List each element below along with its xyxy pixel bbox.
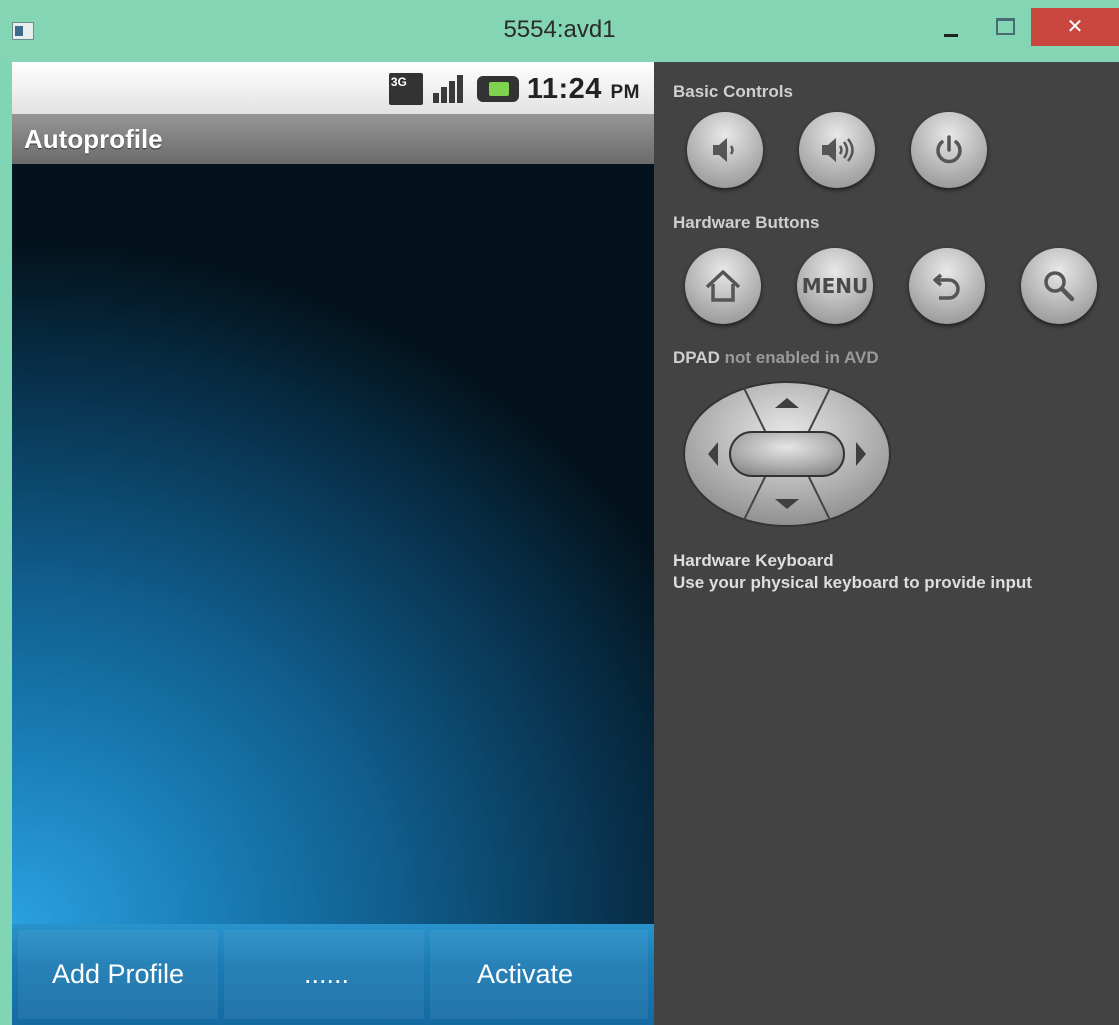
dpad-label: DPAD not enabled in AVD [673,348,879,367]
volume-down-button[interactable] [687,112,763,188]
app-content-area[interactable] [12,164,654,924]
dpad-center-button [729,431,845,477]
power-icon [936,135,962,164]
activate-button[interactable]: Activate [477,959,573,990]
back-button[interactable] [909,248,985,324]
close-button[interactable]: ✕ [1031,8,1119,46]
dpad[interactable] [682,380,892,528]
maximize-button[interactable] [984,8,1026,50]
device-screen[interactable]: 3G 11:24 PM Autoprofile Add Profile ....… [12,62,654,1025]
volume-up-button[interactable] [799,112,875,188]
menu-button[interactable]: MENU [797,248,873,324]
signal-strength-icon [431,73,469,105]
3g-data-icon: 3G [388,73,423,105]
bottom-action-bar: Add Profile ...... Activate [12,924,654,1025]
home-button[interactable] [685,248,761,324]
home-icon [705,270,741,302]
window-title-bar: 5554:avd1 ✕ [0,0,1119,62]
menu-label: MENU [801,274,869,298]
volume-up-icon [822,138,854,162]
hardware-keyboard-title: Hardware Keyboard [673,551,834,570]
search-icon [1044,271,1075,302]
power-button[interactable] [911,112,987,188]
battery-charging-icon [476,76,519,102]
volume-down-icon [713,138,734,162]
hardware-keyboard-info: Hardware Keyboard Use your physical keyb… [673,550,1032,594]
add-profile-button[interactable]: Add Profile [52,959,184,990]
basic-controls-label: Basic Controls [673,82,793,101]
hardware-buttons-label: Hardware Buttons [673,213,820,232]
back-arrow-icon [933,273,960,300]
app-title-bar: Autoprofile [12,114,654,164]
emulator-control-panel: Basic Controls Hardware Buttons MENU DPA… [654,62,1119,1025]
more-options-button[interactable]: ...... [304,959,349,990]
hardware-keyboard-description: Use your physical keyboard to provide in… [673,573,1032,592]
status-bar: 3G 11:24 PM [12,62,654,114]
search-button[interactable] [1021,248,1097,324]
app-title: Autoprofile [24,124,163,154]
status-clock: 11:24 PM [526,72,640,105]
minimize-button[interactable] [930,8,972,50]
